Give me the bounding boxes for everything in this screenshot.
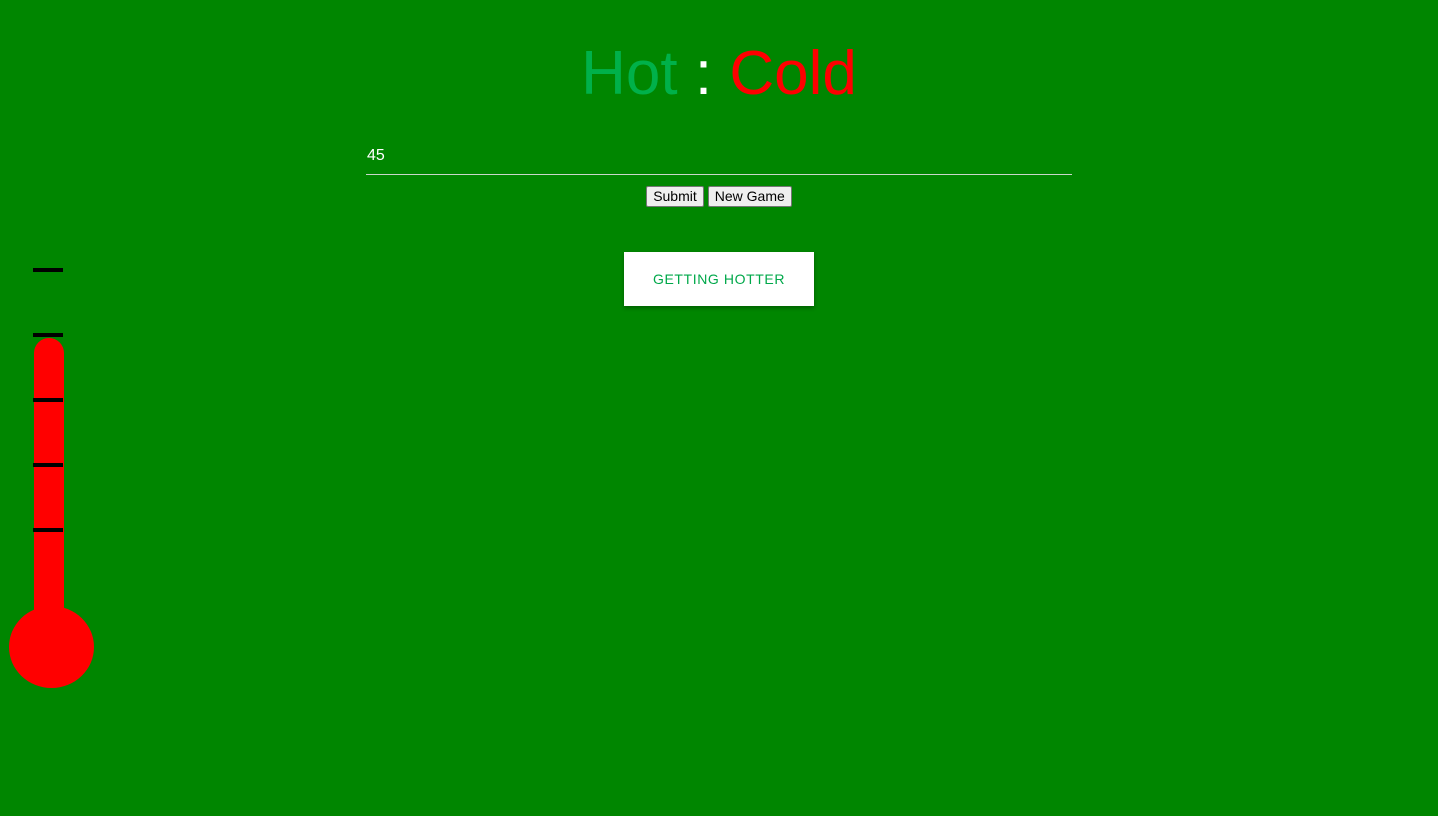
- thermometer-tick: [33, 528, 63, 532]
- title-cold-word: Cold: [729, 39, 857, 108]
- action-buttons: Submit New Game: [0, 186, 1438, 207]
- thermometer-tick: [33, 463, 63, 467]
- title-separator: :: [694, 39, 713, 108]
- thermometer-tube: [34, 338, 64, 628]
- guess-input[interactable]: [366, 137, 1072, 175]
- page-title: Hot : Cold: [0, 36, 1438, 112]
- status-message: GETTING HOTTER: [624, 252, 814, 306]
- thermometer-tick: [33, 398, 63, 402]
- new-game-button[interactable]: New Game: [707, 186, 792, 207]
- thermometer-tick: [33, 333, 63, 337]
- thermometer: [0, 0, 110, 816]
- thermometer-tick: [33, 268, 63, 272]
- title-hot-word: Hot: [581, 39, 678, 108]
- submit-button[interactable]: Submit: [646, 186, 704, 207]
- thermometer-bulb: [9, 606, 94, 688]
